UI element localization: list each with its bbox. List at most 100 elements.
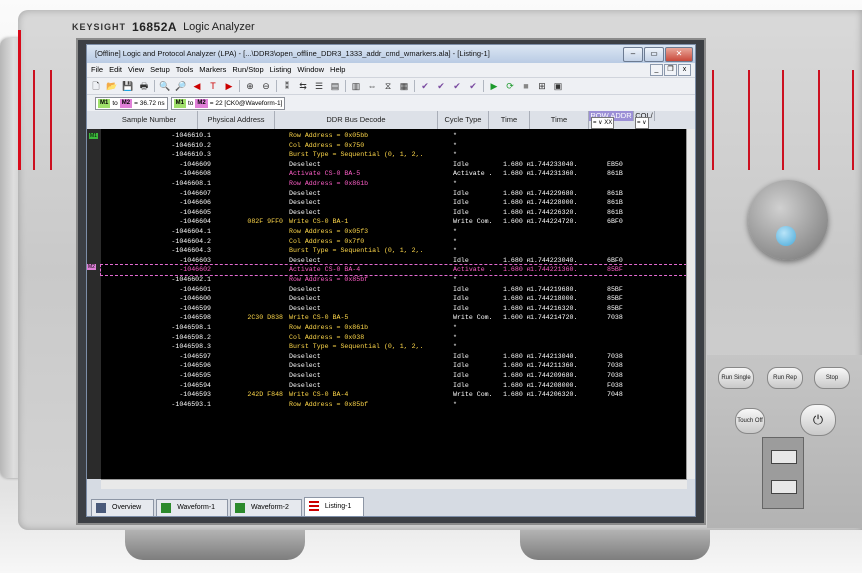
tab-waveform-1[interactable]: Waveform-1 <box>156 499 229 516</box>
checkmark-icon[interactable]: ✔ <box>451 80 463 92</box>
minimize-button[interactable]: – <box>623 47 643 62</box>
mdi-close-button[interactable]: x <box>678 64 691 76</box>
vertical-scrollbar[interactable] <box>686 129 695 479</box>
close-button[interactable]: ✕ <box>665 47 693 62</box>
table-row[interactable]: -1046594 Deselect Idle 1.680 n -1.744208000.… <box>101 381 695 391</box>
table-row[interactable]: -1046597 Deselect Idle 1.680 n -1.744213040.… <box>101 352 695 362</box>
chart-icon[interactable]: ▤ <box>329 80 341 92</box>
table-row[interactable]: -1046602.1 Row Address = 0x85bf * <box>101 275 695 285</box>
checkmark-icon[interactable]: ✔ <box>435 80 447 92</box>
new-file-icon[interactable]: 🗋 <box>90 80 102 92</box>
zoom-in-icon[interactable]: ⊕ <box>244 80 256 92</box>
power-button-icon[interactable]: ⏻ <box>800 404 836 436</box>
table-row[interactable]: -1046610.2 Col Address = 0x750 * <box>101 141 695 151</box>
menu-item-view[interactable]: View <box>128 63 144 77</box>
col-header-sample-number[interactable]: Sample Number <box>101 111 198 129</box>
table-row[interactable]: -1046603 Deselect Idle 1.680 n -1.744223040.… <box>101 256 695 266</box>
mdi-restore-button[interactable]: ❐ <box>664 64 677 76</box>
row-addr-filter[interactable]: = ∨ XX <box>591 117 615 129</box>
table-row[interactable]: -1046607 Deselect Idle 1.680 n -1.744229680.… <box>101 189 695 199</box>
run-single-button[interactable]: Run Single <box>718 367 754 389</box>
run-rep-button[interactable]: Run Rep <box>767 367 803 389</box>
menu-item-run-stop[interactable]: Run/Stop <box>232 63 263 77</box>
table-row[interactable]: -1046599 Deselect Idle 1.680 n -1.744216320.… <box>101 304 695 314</box>
print-icon[interactable]: 🖶 <box>138 80 150 92</box>
menu-item-edit[interactable]: Edit <box>109 63 122 77</box>
checkmark-icon[interactable]: ✔ <box>467 80 479 92</box>
compare-icon[interactable]: ⇔ <box>366 80 378 92</box>
col-header-cycle-type[interactable]: Cycle Type <box>438 111 489 129</box>
table-row[interactable]: -1046605 Deselect Idle 1.680 n -1.744226320.… <box>101 208 695 218</box>
table-row[interactable]: -1046595 Deselect Idle 1.680 n -1.744209680.… <box>101 371 695 381</box>
col-header-physical-address[interactable]: Physical Address <box>198 111 275 129</box>
goto-start-icon[interactable]: ◀ <box>191 80 203 92</box>
horizontal-scrollbar[interactable] <box>101 479 687 489</box>
menu-item-listing[interactable]: Listing <box>270 63 292 77</box>
waveform-icon[interactable]: ⇆ <box>297 80 309 92</box>
menu-item-help[interactable]: Help <box>330 63 345 77</box>
table-row[interactable]: -1046602 Activate CS-0 BA-4 Activate . 1.68… <box>100 264 695 276</box>
col-header-time-2[interactable]: Time <box>530 111 589 129</box>
tab-overview[interactable]: Overview <box>91 499 155 516</box>
touch-off-button[interactable]: Touch Off <box>735 408 765 434</box>
markers-icon[interactable]: ⁑ <box>281 80 293 92</box>
listing-icon[interactable]: ☰ <box>313 80 325 92</box>
table-row[interactable]: -1046601 Deselect Idle 1.680 n -1.744219680.… <box>101 285 695 295</box>
cell-dd: Row Address = 0x05f3 <box>289 228 369 235</box>
table-row[interactable]: -1046598 2C30 D838 Write CS-0 BA-5 Write Co… <box>101 313 695 323</box>
cell-rw: 7038 <box>607 352 623 360</box>
table-row[interactable]: -1046609 Deselect Idle 1.680 n -1.744233040.… <box>101 160 695 170</box>
m1-gutter-marker[interactable]: M1 <box>89 133 98 139</box>
col-filter[interactable]: = ∨ <box>635 117 649 129</box>
table-row[interactable]: -1046598.1 Row Address = 0x861b * <box>101 323 695 333</box>
columns-icon[interactable]: ▥ <box>350 80 362 92</box>
run-repetitive-icon[interactable]: ⟳ <box>504 80 516 92</box>
find-next-icon[interactable]: 🔎 <box>175 80 187 92</box>
table-row[interactable]: -1046608 Activate CS-0 BA-5 Activate . 1.68… <box>101 169 695 179</box>
find-icon[interactable]: 🔍 <box>159 80 171 92</box>
stop-icon[interactable]: ■ <box>520 80 532 92</box>
maximize-button[interactable]: ▭ <box>644 47 664 62</box>
bus-icon[interactable]: ▦ <box>398 80 410 92</box>
table-row[interactable]: -1046606 Deselect Idle 1.680 n -1.744228000.… <box>101 198 695 208</box>
table-row[interactable]: -1046604 082F 9FF0 Write CS-0 BA-1 Write Co… <box>101 217 695 227</box>
table-row[interactable]: -1046604.2 Col Address = 0x7f0 * <box>101 237 695 247</box>
tab-waveform-2[interactable]: Waveform-2 <box>230 499 302 516</box>
table-row[interactable]: -1046608.1 Row Address = 0x861b * <box>101 179 695 189</box>
mdi-minimize-button[interactable]: _ <box>650 64 663 76</box>
time-interval-measurement[interactable]: M1 to M2 = 36.72 ns <box>95 96 168 110</box>
filter-icon[interactable]: ⧖ <box>382 80 394 92</box>
cell-rw: 7048 <box>607 391 623 399</box>
menu-item-setup[interactable]: Setup <box>150 63 170 77</box>
table-row[interactable]: -1046610.1 Row Address = 0x05bb * <box>101 131 695 141</box>
goto-end-icon[interactable]: ▶ <box>223 80 235 92</box>
menu-item-file[interactable]: File <box>91 63 103 77</box>
grid-icon[interactable]: ⊞ <box>536 80 548 92</box>
table-row[interactable]: -1046593 242D F848 Write CS-0 BA-4 Write Co… <box>101 390 695 400</box>
table-row[interactable]: -1046598.2 Col Address = 0x038 * <box>101 333 695 343</box>
front-panel-knob[interactable] <box>748 180 828 260</box>
panel-icon[interactable]: ▣ <box>552 80 564 92</box>
tab-listing-1[interactable]: Listing-1 <box>303 497 365 516</box>
table-row[interactable]: -1046593.1 Row Address = 0x85bf * <box>101 400 695 410</box>
save-icon[interactable]: 💾 <box>122 80 134 92</box>
menu-item-window[interactable]: Window <box>297 63 324 77</box>
run-icon[interactable]: ▶ <box>488 80 500 92</box>
stop-button[interactable]: Stop <box>814 367 850 389</box>
col-header-ddr-bus-decode[interactable]: DDR Bus Decode <box>275 111 438 129</box>
open-file-icon[interactable]: 📂 <box>106 80 118 92</box>
zoom-out-icon[interactable]: ⊖ <box>260 80 272 92</box>
m2-gutter-marker[interactable]: M2 <box>87 264 96 270</box>
menu-item-markers[interactable]: Markers <box>199 63 226 77</box>
menu-item-tools[interactable]: Tools <box>176 63 194 77</box>
table-row[interactable]: -1046610.3 Burst Type = Sequential (0, 1,… <box>101 150 695 160</box>
goto-trigger-icon[interactable]: T <box>207 80 219 92</box>
table-row[interactable]: -1046604.1 Row Address = 0x05f3 * <box>101 227 695 237</box>
checkmark-icon[interactable]: ✔ <box>419 80 431 92</box>
table-row[interactable]: -1046600 Deselect Idle 1.680 n -1.744218000.… <box>101 294 695 304</box>
col-header-time[interactable]: Time <box>489 111 530 129</box>
table-row[interactable]: -1046596 Deselect Idle 1.680 n -1.744211360.… <box>101 361 695 371</box>
sample-interval-measurement[interactable]: M1 to M2 = 22 [CK0@Waveform-1] <box>170 96 286 110</box>
table-row[interactable]: -1046598.3 Burst Type = Sequential (0, 1,… <box>101 342 695 352</box>
table-row[interactable]: -1046604.3 Burst Type = Sequential (0, 1,… <box>101 246 695 256</box>
